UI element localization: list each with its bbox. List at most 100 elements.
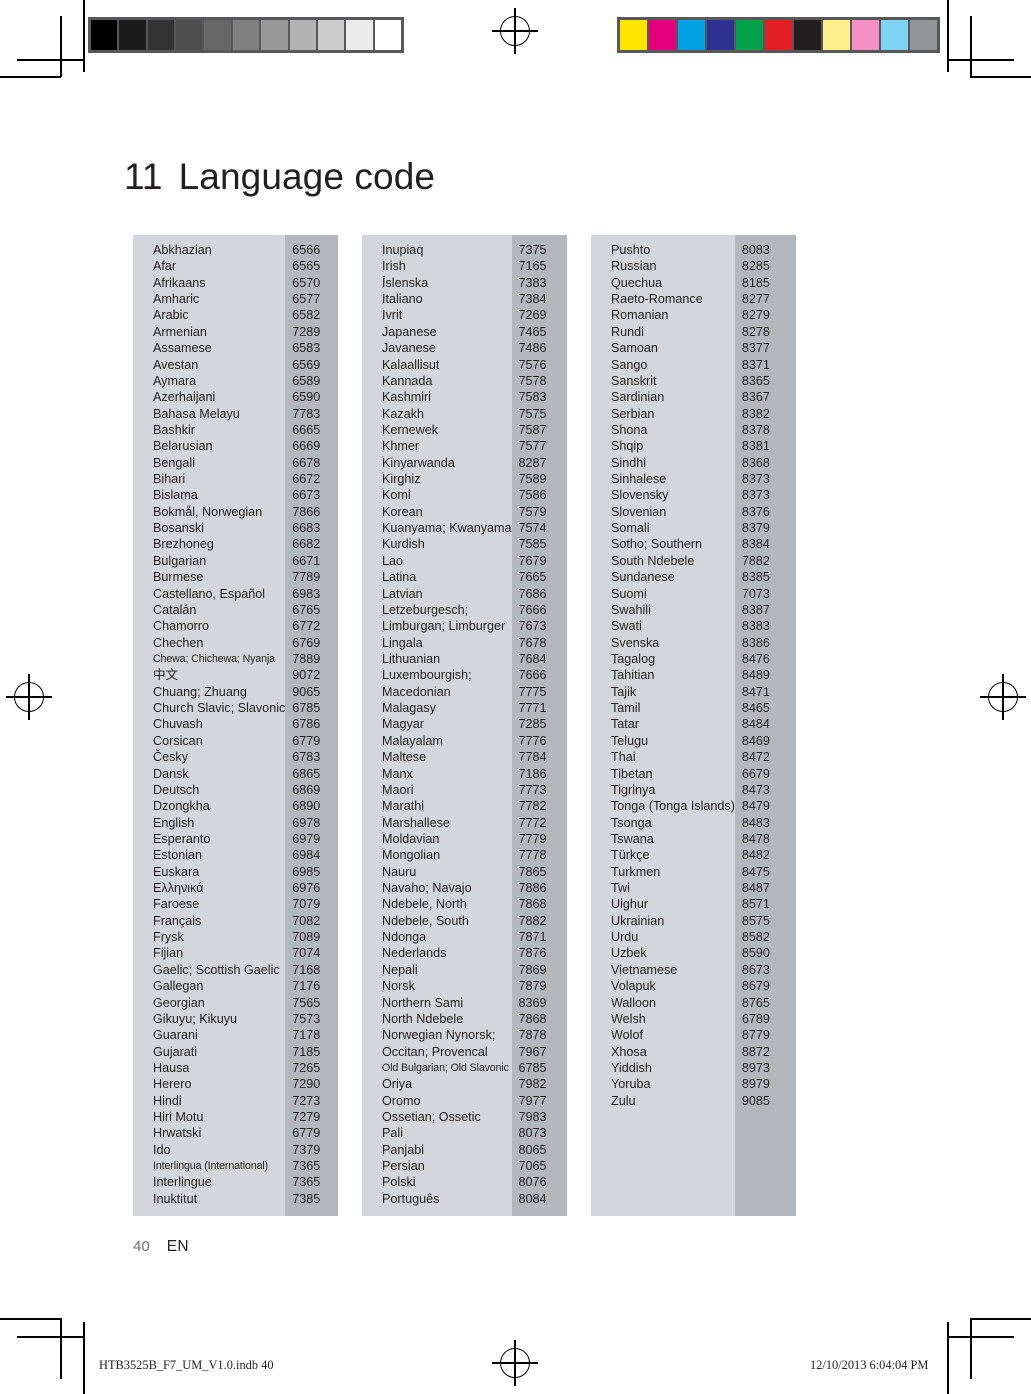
language-name-cell: Shqip <box>611 439 644 454</box>
language-name-cell: Pushto <box>611 243 651 257</box>
language-name-cell: Afrikaans <box>153 275 206 290</box>
language-code-cell: 7869 <box>518 962 547 977</box>
language-code-cell: 8384 <box>741 537 770 552</box>
language-name-cell: Sinhalese <box>611 472 667 487</box>
language-code-cell: 7784 <box>518 750 547 765</box>
calibration-swatch <box>374 20 401 50</box>
language-code-cell: 8367 <box>741 390 770 405</box>
language-name-cell: Gallegan <box>153 979 204 994</box>
language-name-cell: Suomi <box>611 586 647 601</box>
language-code-cell: 6789 <box>741 1011 770 1026</box>
language-name-cell: Macedonian <box>382 684 451 699</box>
table-column-group: Abkhazian Afar Afrikaans Amharic Arabic Armen… <box>133 235 338 1217</box>
language-code-cell: 6779 <box>292 1126 321 1141</box>
language-code-cell: 6979 <box>292 831 321 846</box>
language-code-cell: 6678 <box>292 455 321 470</box>
language-name-cell: Italiano <box>382 292 423 307</box>
calibration-swatch <box>620 20 647 50</box>
language-code-cell: 7865 <box>518 864 547 879</box>
language-name-cell: Herero <box>153 1077 192 1092</box>
crop-mark-bl-h2 <box>17 1336 83 1338</box>
language-code-cell: 8872 <box>741 1044 770 1059</box>
language-code-cell: 7579 <box>518 504 547 519</box>
language-name-cell: Persian <box>382 1159 425 1174</box>
language-code-cell: 8765 <box>741 995 770 1010</box>
language-code-cell: 6785 <box>518 1060 547 1075</box>
crop-mark-bl-v2 <box>60 1318 62 1379</box>
language-code-cell: 6679 <box>741 766 770 781</box>
language-code-cell: 8083 <box>741 243 770 257</box>
language-code-cell: 6786 <box>292 717 321 732</box>
language-code-cell: 6672 <box>292 472 321 487</box>
language-name-cell: Belarusian <box>153 439 213 454</box>
language-code-cell: 6985 <box>292 864 321 879</box>
language-code-cell: 8373 <box>741 472 770 487</box>
calibration-swatch <box>649 20 676 50</box>
language-name-cell: Limburgan; Limburger <box>382 619 506 634</box>
calibration-swatch <box>794 20 821 50</box>
language-name-cell: Somali <box>611 521 650 536</box>
language-code-cell: 7779 <box>518 831 547 846</box>
empty-cell <box>611 1158 735 1174</box>
language-code-cell: 7290 <box>292 1077 321 1092</box>
language-code-cell: 8571 <box>741 897 770 912</box>
language-code-cell: 9085 <box>741 1093 770 1108</box>
language-code-cell: 7178 <box>292 1028 321 1043</box>
language-code-cell: 8973 <box>741 1060 770 1075</box>
registration-mark-left <box>6 674 52 720</box>
language-code-cell: 8381 <box>741 439 770 454</box>
language-name-cell: Tibetan <box>611 766 653 781</box>
language-name-cell: Manx <box>382 766 413 781</box>
language-name-cell: Lingala <box>382 635 423 650</box>
empty-cell <box>742 1191 796 1207</box>
chapter-number: 11 <box>124 155 163 197</box>
language-name-cell: Aymara <box>153 373 197 388</box>
language-code-cell: 8472 <box>741 750 770 765</box>
language-name-cell: Occitan; Provencal <box>382 1044 488 1059</box>
language-code-cell: 6569 <box>292 357 321 372</box>
language-name-cell: Uzbek <box>611 946 647 961</box>
calibration-swatch <box>910 20 937 50</box>
language-name-cell: Ελληνικά <box>153 881 204 896</box>
language-code-cell: 7778 <box>518 848 547 863</box>
language-name-cell: Luxembourgish; <box>382 668 472 683</box>
language-code-cell: 7583 <box>518 390 547 405</box>
crop-mark-br-h <box>970 1318 1031 1320</box>
language-code-cell: 7889 <box>292 651 321 666</box>
language-name-cell: Chechen <box>153 635 204 650</box>
language-name-cell: Marathi <box>382 799 424 814</box>
language-name-cell: Lithuanian <box>382 651 441 666</box>
language-name-cell: Bulgarian <box>153 553 207 568</box>
registration-mark-top <box>492 8 538 54</box>
language-code-cell: 8279 <box>741 308 770 323</box>
language-code-cell: 8487 <box>741 881 770 896</box>
language-code-cell: 6976 <box>292 881 321 896</box>
language-code-cell: 7783 <box>292 406 321 421</box>
language-code-cell: 7279 <box>292 1110 321 1125</box>
language-code-cell: 7574 <box>518 521 547 536</box>
language-name-cell: Nederlands <box>382 946 447 961</box>
language-name-cell: Khmer <box>382 439 420 454</box>
language-name-cell: Malayalam <box>382 733 443 748</box>
language-code-cell: 7876 <box>518 946 547 961</box>
empty-cell <box>611 1109 735 1125</box>
language-code-cell: 7982 <box>518 1077 547 1092</box>
language-name-cell: Sardinian <box>611 390 665 405</box>
language-code-cell: 6779 <box>292 733 321 748</box>
language-name-cell: Slovensky <box>611 488 669 503</box>
language-code-cell: 9072 <box>292 668 321 683</box>
language-name-cell: Kannada <box>382 373 433 388</box>
language-name-cell: Bokmål, Norwegian <box>153 504 263 519</box>
language-code-cell: 8365 <box>741 373 770 388</box>
language-name-cell: Marshallese <box>382 815 450 830</box>
language-name-cell: Kazakh <box>382 406 425 421</box>
language-code-cell: 7168 <box>292 962 321 977</box>
language-code-cell: 8084 <box>518 1191 547 1206</box>
language-name-cell: Ido <box>153 1142 171 1157</box>
language-name-cell: Bahasa Melayu <box>153 406 240 421</box>
crop-mark-tl-h2 <box>17 59 83 61</box>
language-name-cell: Azerhaijani <box>153 390 216 405</box>
language-code-cell: 7486 <box>518 341 547 356</box>
language-name-cell: Vietnamese <box>611 962 678 977</box>
chapter-title: Language code <box>178 155 436 197</box>
